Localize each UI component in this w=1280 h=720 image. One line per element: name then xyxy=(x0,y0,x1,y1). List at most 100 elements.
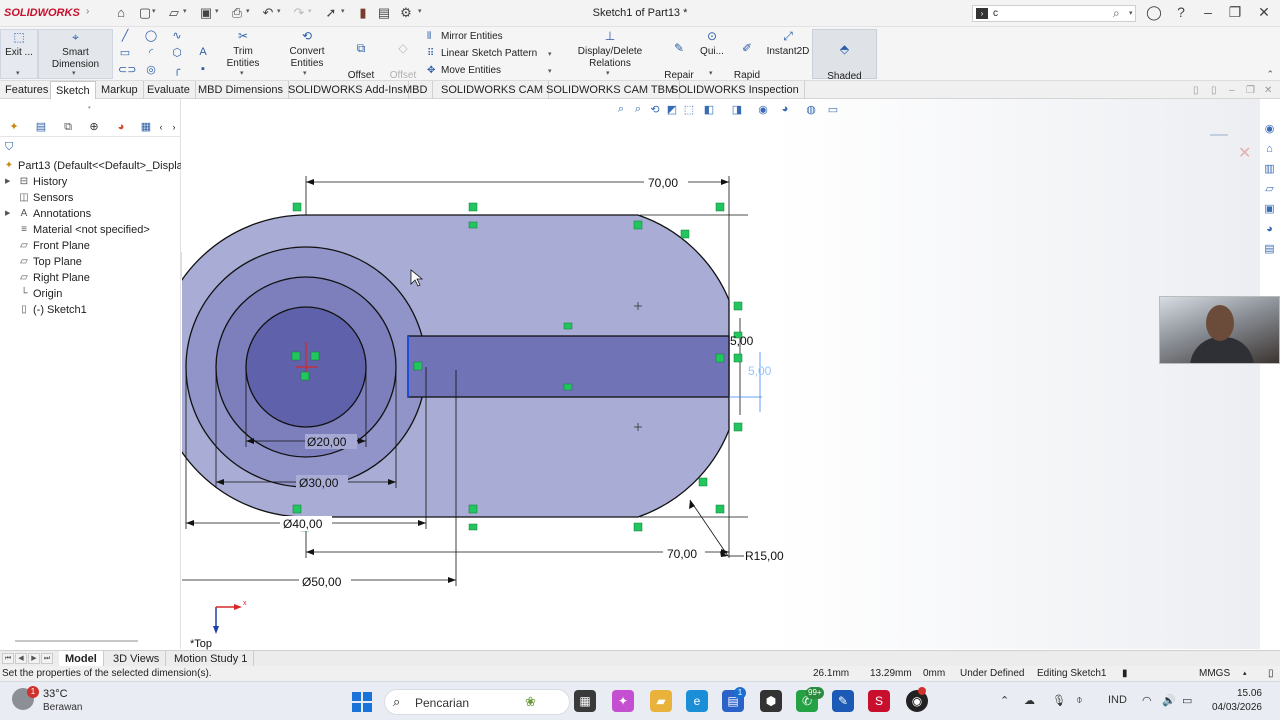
relations-dropdown-icon[interactable]: ▾ xyxy=(606,69,610,77)
doc-restore-icon[interactable]: ❐ xyxy=(1246,85,1255,96)
tree-item-material[interactable]: ≡ Material <not specified> xyxy=(0,222,181,238)
property-manager-tab-icon[interactable]: ▤ xyxy=(33,120,49,134)
redo-icon[interactable]: ↷ xyxy=(291,5,307,21)
exit-dropdown-icon[interactable]: ▾ xyxy=(16,69,20,77)
expand-arrow-icon[interactable]: ▶ xyxy=(5,174,10,190)
feature-manager-tab-icon[interactable]: ✦ xyxy=(6,120,22,134)
polygon-tool-icon[interactable]: ⬡ xyxy=(170,46,184,59)
weather-description[interactable]: Berawan xyxy=(43,702,82,713)
search-commands-box[interactable]: › c ⌕ ▾ xyxy=(972,5,1136,22)
solidworks-taskbar-icon[interactable]: S xyxy=(868,690,890,712)
display-manager-tab-icon[interactable]: ◕ xyxy=(113,120,129,134)
options-gear-icon[interactable]: ⚙ xyxy=(398,5,414,21)
tab-solidworks-cam-tbm[interactable]: SOLIDWORKS CAM TBM xyxy=(541,81,681,99)
custom-properties-icon[interactable]: ▤ xyxy=(1262,242,1277,257)
move-entities-button[interactable]: ✥ Move Entities xyxy=(427,65,501,76)
display-style-icon[interactable]: ◨ xyxy=(730,103,744,116)
file-explorer-icon[interactable]: ▰ xyxy=(650,690,672,712)
first-tab-icon[interactable]: ⏮ xyxy=(2,653,14,664)
smart-dimension-dropdown-icon[interactable]: ▾ xyxy=(72,69,76,77)
apply-scene-icon[interactable]: ◍ xyxy=(804,103,818,116)
convert-dropdown-icon[interactable]: ▾ xyxy=(303,69,307,77)
status-bar-tag-icon[interactable]: ▯ xyxy=(1268,666,1274,681)
select-pointer-icon[interactable]: ➚ xyxy=(323,5,339,21)
convert-entities-button[interactable]: ⟲ Convert Entities xyxy=(272,29,342,70)
open-dropdown-icon[interactable]: ▾ xyxy=(183,7,187,15)
quick-snaps-button[interactable]: ⊙ Qui... xyxy=(698,29,726,58)
graphics-area[interactable]: 70,00 70,00 R15,00 5,00 5,00 Ø20,00 Ø30,… xyxy=(182,99,1260,649)
tree-item-sensors[interactable]: ◫ Sensors xyxy=(0,190,181,206)
tab-motion-study-1[interactable]: Motion Study 1 xyxy=(168,651,255,667)
solidworks-logo[interactable]: SOLIDWORKS xyxy=(4,7,80,19)
tree-item-right-plane[interactable]: ▱ Right Plane xyxy=(0,270,181,286)
instant2d-button[interactable]: ⤢ Instant2D xyxy=(766,29,810,58)
print-dropdown-icon[interactable]: ▾ xyxy=(246,7,250,15)
previous-view-icon[interactable]: ⟲ xyxy=(648,103,662,116)
pattern-dropdown-icon[interactable]: ▾ xyxy=(548,50,552,58)
file-explorer-icon[interactable]: ▱ xyxy=(1262,182,1277,197)
print-icon[interactable]: ⎙ xyxy=(229,5,245,21)
doc-tile-icon[interactable]: ▯ xyxy=(1193,85,1199,96)
zoom-to-fit-icon[interactable]: ⌕ xyxy=(614,103,628,116)
tab-solidworks-cam[interactable]: SOLIDWORKS CAM xyxy=(436,81,550,99)
tree-item-history[interactable]: ▶ ⊟ History xyxy=(0,174,181,190)
home-icon[interactable]: ⌂ xyxy=(1262,142,1277,157)
tree-item-sketch1[interactable]: ▯ (-) Sketch1 xyxy=(0,302,181,318)
sketch-drawing[interactable]: 70,00 70,00 R15,00 5,00 5,00 Ø20,00 Ø30,… xyxy=(182,99,1260,649)
expand-arrow-icon[interactable]: ▶ xyxy=(5,206,10,222)
dynamic-annotation-icon[interactable]: ⬚ xyxy=(682,103,696,116)
mirror-entities-button[interactable]: ⫴ Mirror Entities xyxy=(427,31,503,42)
arc-tool-icon[interactable]: ◜ xyxy=(144,46,158,59)
microphone-icon[interactable]: 🎙 xyxy=(1052,694,1066,707)
view-orientation-icon[interactable]: ◧ xyxy=(702,103,716,116)
tree-item-annotations[interactable]: ▶ A Annotations xyxy=(0,206,181,222)
minimize-window-icon[interactable]: – xyxy=(1199,4,1217,20)
user-account-icon[interactable]: ◯ xyxy=(1145,4,1163,21)
quick-snaps-dropdown-icon[interactable]: ▾ xyxy=(709,69,713,77)
redo-dropdown-icon[interactable]: ▾ xyxy=(308,7,312,15)
meet-now-icon[interactable]: ⌽ xyxy=(1076,694,1083,707)
display-delete-relations-button[interactable]: ⊥ Display/Delete Relations xyxy=(560,29,660,70)
taskbar-search-input[interactable]: Pencarian xyxy=(415,696,469,710)
view-settings-icon[interactable]: ▭ xyxy=(826,103,840,116)
tab-markup[interactable]: Markup xyxy=(96,81,144,99)
3d-app-icon[interactable]: ⬢ xyxy=(760,690,782,712)
file-properties-icon[interactable]: ▤ xyxy=(376,5,392,21)
panel-grip-icon[interactable]: • xyxy=(88,103,91,112)
tree-item-origin[interactable]: └ Origin xyxy=(0,286,181,302)
move-dropdown-icon[interactable]: ▾ xyxy=(548,67,552,75)
units-dropdown-icon[interactable]: ▴ xyxy=(1243,666,1247,681)
tab-mbd[interactable]: MBD xyxy=(398,81,434,99)
cam-tab-icon[interactable]: ▦ xyxy=(138,120,154,134)
clock-time[interactable]: 15.06 xyxy=(1237,688,1262,699)
tab-solidworks-inspection[interactable]: SOLIDWORKS Inspection xyxy=(666,81,805,99)
doc-close-icon[interactable]: ✕ xyxy=(1264,85,1272,96)
close-window-icon[interactable]: ✕ xyxy=(1255,4,1273,21)
undo-dropdown-icon[interactable]: ▾ xyxy=(277,7,281,15)
view-palette-icon[interactable]: ▣ xyxy=(1262,202,1277,217)
tab-3d-views[interactable]: 3D Views xyxy=(107,651,167,667)
undo-icon[interactable]: ↶ xyxy=(260,5,276,21)
filter-icon[interactable]: ⛉ xyxy=(5,141,13,154)
onedrive-icon[interactable]: ☁ xyxy=(1024,694,1035,707)
doc-split-icon[interactable]: ▯ xyxy=(1211,85,1217,96)
fillet-tool-icon[interactable]: ╭ xyxy=(170,63,184,76)
weather-temperature[interactable]: 33°C xyxy=(43,688,68,700)
tab-model[interactable]: Model xyxy=(59,651,104,667)
point-tool-icon[interactable]: ◎ xyxy=(144,63,158,76)
search-input[interactable]: c xyxy=(993,8,998,19)
search-icon[interactable]: ⌕ xyxy=(1113,6,1120,21)
tab-features[interactable]: Features xyxy=(0,81,55,99)
zoom-to-area-icon[interactable]: ⌕ xyxy=(631,103,645,116)
copilot-icon[interactable]: ✦ xyxy=(612,690,634,712)
save-icon[interactable]: ▣ xyxy=(198,5,214,21)
new-dropdown-icon[interactable]: ▾ xyxy=(152,7,156,15)
rebuild-status-icon[interactable]: ▮ xyxy=(1122,666,1128,681)
tab-sketch[interactable]: Sketch xyxy=(50,81,96,99)
taskbar-search-box[interactable]: ⌕ Pencarian ❀ xyxy=(384,689,570,715)
volume-icon[interactable]: 🔊 xyxy=(1162,694,1176,707)
show-hidden-icons-icon[interactable]: ⌃ xyxy=(1000,694,1009,707)
collapse-ribbon-icon[interactable]: ⌃ xyxy=(1266,69,1274,80)
help-icon[interactable]: ? xyxy=(1172,4,1190,20)
configuration-manager-tab-icon[interactable]: ⧉ xyxy=(60,120,76,134)
